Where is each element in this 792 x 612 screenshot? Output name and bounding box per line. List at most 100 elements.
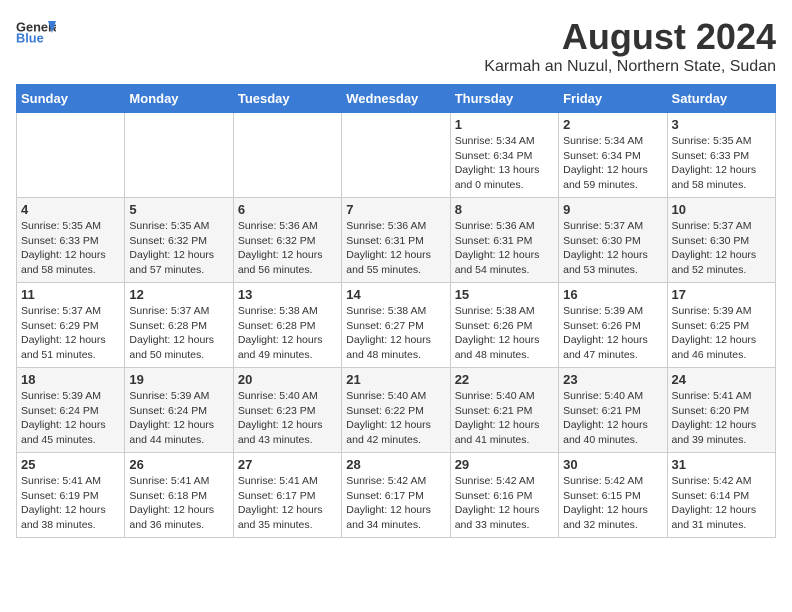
cell-day-info: Sunrise: 5:38 AM Sunset: 6:27 PM Dayligh… <box>346 304 445 363</box>
svg-text:Blue: Blue <box>16 31 44 46</box>
cell-day-info: Sunrise: 5:41 AM Sunset: 6:20 PM Dayligh… <box>672 389 771 448</box>
cell-day-number: 8 <box>455 202 554 217</box>
cell-day-number: 10 <box>672 202 771 217</box>
weekday-header: Sunday <box>17 85 125 113</box>
calendar-cell: 7 Sunrise: 5:36 AM Sunset: 6:31 PM Daylig… <box>342 198 450 283</box>
cell-day-info: Sunrise: 5:40 AM Sunset: 6:23 PM Dayligh… <box>238 389 337 448</box>
logo-icon: General Blue <box>16 16 56 46</box>
calendar-cell: 1Sunrise: 5:34 AM Sunset: 6:34 PM Daylig… <box>450 113 558 198</box>
cell-day-number: 1 <box>455 117 554 132</box>
calendar-cell <box>342 113 450 198</box>
cell-day-number: 13 <box>238 287 337 302</box>
calendar-cell: 21 Sunrise: 5:40 AM Sunset: 6:22 PM Dayli… <box>342 368 450 453</box>
logo: General Blue <box>16 16 56 48</box>
calendar-cell: 28 Sunrise: 5:42 AM Sunset: 6:17 PM Dayli… <box>342 453 450 538</box>
cell-day-number: 7 <box>346 202 445 217</box>
cell-day-info: Sunrise: 5:39 AM Sunset: 6:24 PM Dayligh… <box>21 389 120 448</box>
weekday-header: Thursday <box>450 85 558 113</box>
calendar-cell: 31 Sunrise: 5:42 AM Sunset: 6:14 PM Dayli… <box>667 453 775 538</box>
cell-day-number: 3 <box>672 117 771 132</box>
cell-day-number: 16 <box>563 287 662 302</box>
cell-day-number: 27 <box>238 457 337 472</box>
calendar-week-row: 25 Sunrise: 5:41 AM Sunset: 6:19 PM Dayli… <box>17 453 776 538</box>
cell-day-info: Sunrise: 5:37 AM Sunset: 6:29 PM Dayligh… <box>21 304 120 363</box>
cell-day-info: Sunrise: 5:35 AM Sunset: 6:32 PM Dayligh… <box>129 219 228 278</box>
calendar-week-row: 4Sunrise: 5:35 AM Sunset: 6:33 PM Daylig… <box>17 198 776 283</box>
cell-day-info: Sunrise: 5:34 AM Sunset: 6:34 PM Dayligh… <box>563 134 662 193</box>
cell-day-info: Sunrise: 5:36 AM Sunset: 6:31 PM Dayligh… <box>346 219 445 278</box>
cell-day-info: Sunrise: 5:42 AM Sunset: 6:14 PM Dayligh… <box>672 474 771 533</box>
calendar-cell: 22 Sunrise: 5:40 AM Sunset: 6:21 PM Dayli… <box>450 368 558 453</box>
cell-day-number: 12 <box>129 287 228 302</box>
cell-day-info: Sunrise: 5:35 AM Sunset: 6:33 PM Dayligh… <box>21 219 120 278</box>
weekday-header: Friday <box>559 85 667 113</box>
cell-day-info: Sunrise: 5:42 AM Sunset: 6:15 PM Dayligh… <box>563 474 662 533</box>
cell-day-number: 11 <box>21 287 120 302</box>
calendar-cell: 20 Sunrise: 5:40 AM Sunset: 6:23 PM Dayli… <box>233 368 341 453</box>
cell-day-info: Sunrise: 5:36 AM Sunset: 6:32 PM Dayligh… <box>238 219 337 278</box>
cell-day-number: 21 <box>346 372 445 387</box>
cell-day-info: Sunrise: 5:37 AM Sunset: 6:30 PM Dayligh… <box>672 219 771 278</box>
calendar-cell: 27 Sunrise: 5:41 AM Sunset: 6:17 PM Dayli… <box>233 453 341 538</box>
weekday-header: Monday <box>125 85 233 113</box>
calendar-cell: 12 Sunrise: 5:37 AM Sunset: 6:28 PM Dayli… <box>125 283 233 368</box>
calendar-cell: 8 Sunrise: 5:36 AM Sunset: 6:31 PM Daylig… <box>450 198 558 283</box>
cell-day-number: 30 <box>563 457 662 472</box>
calendar-cell: 2 Sunrise: 5:34 AM Sunset: 6:34 PM Daylig… <box>559 113 667 198</box>
calendar-cell <box>125 113 233 198</box>
calendar-cell: 25 Sunrise: 5:41 AM Sunset: 6:19 PM Dayli… <box>17 453 125 538</box>
calendar-cell: 11 Sunrise: 5:37 AM Sunset: 6:29 PM Dayli… <box>17 283 125 368</box>
calendar-cell <box>17 113 125 198</box>
cell-day-number: 25 <box>21 457 120 472</box>
cell-day-info: Sunrise: 5:37 AM Sunset: 6:28 PM Dayligh… <box>129 304 228 363</box>
cell-day-number: 31 <box>672 457 771 472</box>
calendar-cell: 16 Sunrise: 5:39 AM Sunset: 6:26 PM Dayli… <box>559 283 667 368</box>
calendar-cell: 23Sunrise: 5:40 AM Sunset: 6:21 PM Dayli… <box>559 368 667 453</box>
cell-day-info: Sunrise: 5:39 AM Sunset: 6:26 PM Dayligh… <box>563 304 662 363</box>
cell-day-info: Sunrise: 5:37 AM Sunset: 6:30 PM Dayligh… <box>563 219 662 278</box>
cell-day-number: 2 <box>563 117 662 132</box>
cell-day-number: 28 <box>346 457 445 472</box>
cell-day-info: Sunrise: 5:40 AM Sunset: 6:22 PM Dayligh… <box>346 389 445 448</box>
calendar-week-row: 18 Sunrise: 5:39 AM Sunset: 6:24 PM Dayli… <box>17 368 776 453</box>
calendar-cell: 15 Sunrise: 5:38 AM Sunset: 6:26 PM Dayli… <box>450 283 558 368</box>
calendar-cell: 24 Sunrise: 5:41 AM Sunset: 6:20 PM Dayli… <box>667 368 775 453</box>
cell-day-number: 22 <box>455 372 554 387</box>
calendar-cell: 18 Sunrise: 5:39 AM Sunset: 6:24 PM Dayli… <box>17 368 125 453</box>
cell-day-info: Sunrise: 5:41 AM Sunset: 6:18 PM Dayligh… <box>129 474 228 533</box>
cell-day-number: 5 <box>129 202 228 217</box>
calendar-cell: 4Sunrise: 5:35 AM Sunset: 6:33 PM Daylig… <box>17 198 125 283</box>
cell-day-info: Sunrise: 5:42 AM Sunset: 6:17 PM Dayligh… <box>346 474 445 533</box>
cell-day-number: 19 <box>129 372 228 387</box>
cell-day-info: Sunrise: 5:41 AM Sunset: 6:19 PM Dayligh… <box>21 474 120 533</box>
cell-day-number: 6 <box>238 202 337 217</box>
cell-day-number: 18 <box>21 372 120 387</box>
calendar-week-row: 11 Sunrise: 5:37 AM Sunset: 6:29 PM Dayli… <box>17 283 776 368</box>
calendar-cell: 5 Sunrise: 5:35 AM Sunset: 6:32 PM Daylig… <box>125 198 233 283</box>
cell-day-number: 24 <box>672 372 771 387</box>
cell-day-number: 29 <box>455 457 554 472</box>
cell-day-number: 14 <box>346 287 445 302</box>
calendar-cell: 3 Sunrise: 5:35 AM Sunset: 6:33 PM Daylig… <box>667 113 775 198</box>
calendar-cell: 14 Sunrise: 5:38 AM Sunset: 6:27 PM Dayli… <box>342 283 450 368</box>
weekday-header: Saturday <box>667 85 775 113</box>
calendar-cell <box>233 113 341 198</box>
calendar-cell: 26Sunrise: 5:41 AM Sunset: 6:18 PM Dayli… <box>125 453 233 538</box>
calendar-header-row: SundayMondayTuesdayWednesdayThursdayFrid… <box>17 85 776 113</box>
title-area: August 2024 Karmah an Nuzul, Northern St… <box>484 16 776 76</box>
cell-day-number: 20 <box>238 372 337 387</box>
calendar-cell: 13Sunrise: 5:38 AM Sunset: 6:28 PM Dayli… <box>233 283 341 368</box>
month-title: August 2024 <box>484 16 776 58</box>
cell-day-number: 15 <box>455 287 554 302</box>
cell-day-info: Sunrise: 5:35 AM Sunset: 6:33 PM Dayligh… <box>672 134 771 193</box>
cell-day-number: 17 <box>672 287 771 302</box>
location-title: Karmah an Nuzul, Northern State, Sudan <box>484 58 776 76</box>
cell-day-info: Sunrise: 5:36 AM Sunset: 6:31 PM Dayligh… <box>455 219 554 278</box>
cell-day-info: Sunrise: 5:42 AM Sunset: 6:16 PM Dayligh… <box>455 474 554 533</box>
cell-day-info: Sunrise: 5:40 AM Sunset: 6:21 PM Dayligh… <box>455 389 554 448</box>
cell-day-info: Sunrise: 5:41 AM Sunset: 6:17 PM Dayligh… <box>238 474 337 533</box>
cell-day-info: Sunrise: 5:38 AM Sunset: 6:26 PM Dayligh… <box>455 304 554 363</box>
cell-day-info: Sunrise: 5:39 AM Sunset: 6:25 PM Dayligh… <box>672 304 771 363</box>
calendar-table: SundayMondayTuesdayWednesdayThursdayFrid… <box>16 84 776 538</box>
calendar-cell: 29 Sunrise: 5:42 AM Sunset: 6:16 PM Dayli… <box>450 453 558 538</box>
